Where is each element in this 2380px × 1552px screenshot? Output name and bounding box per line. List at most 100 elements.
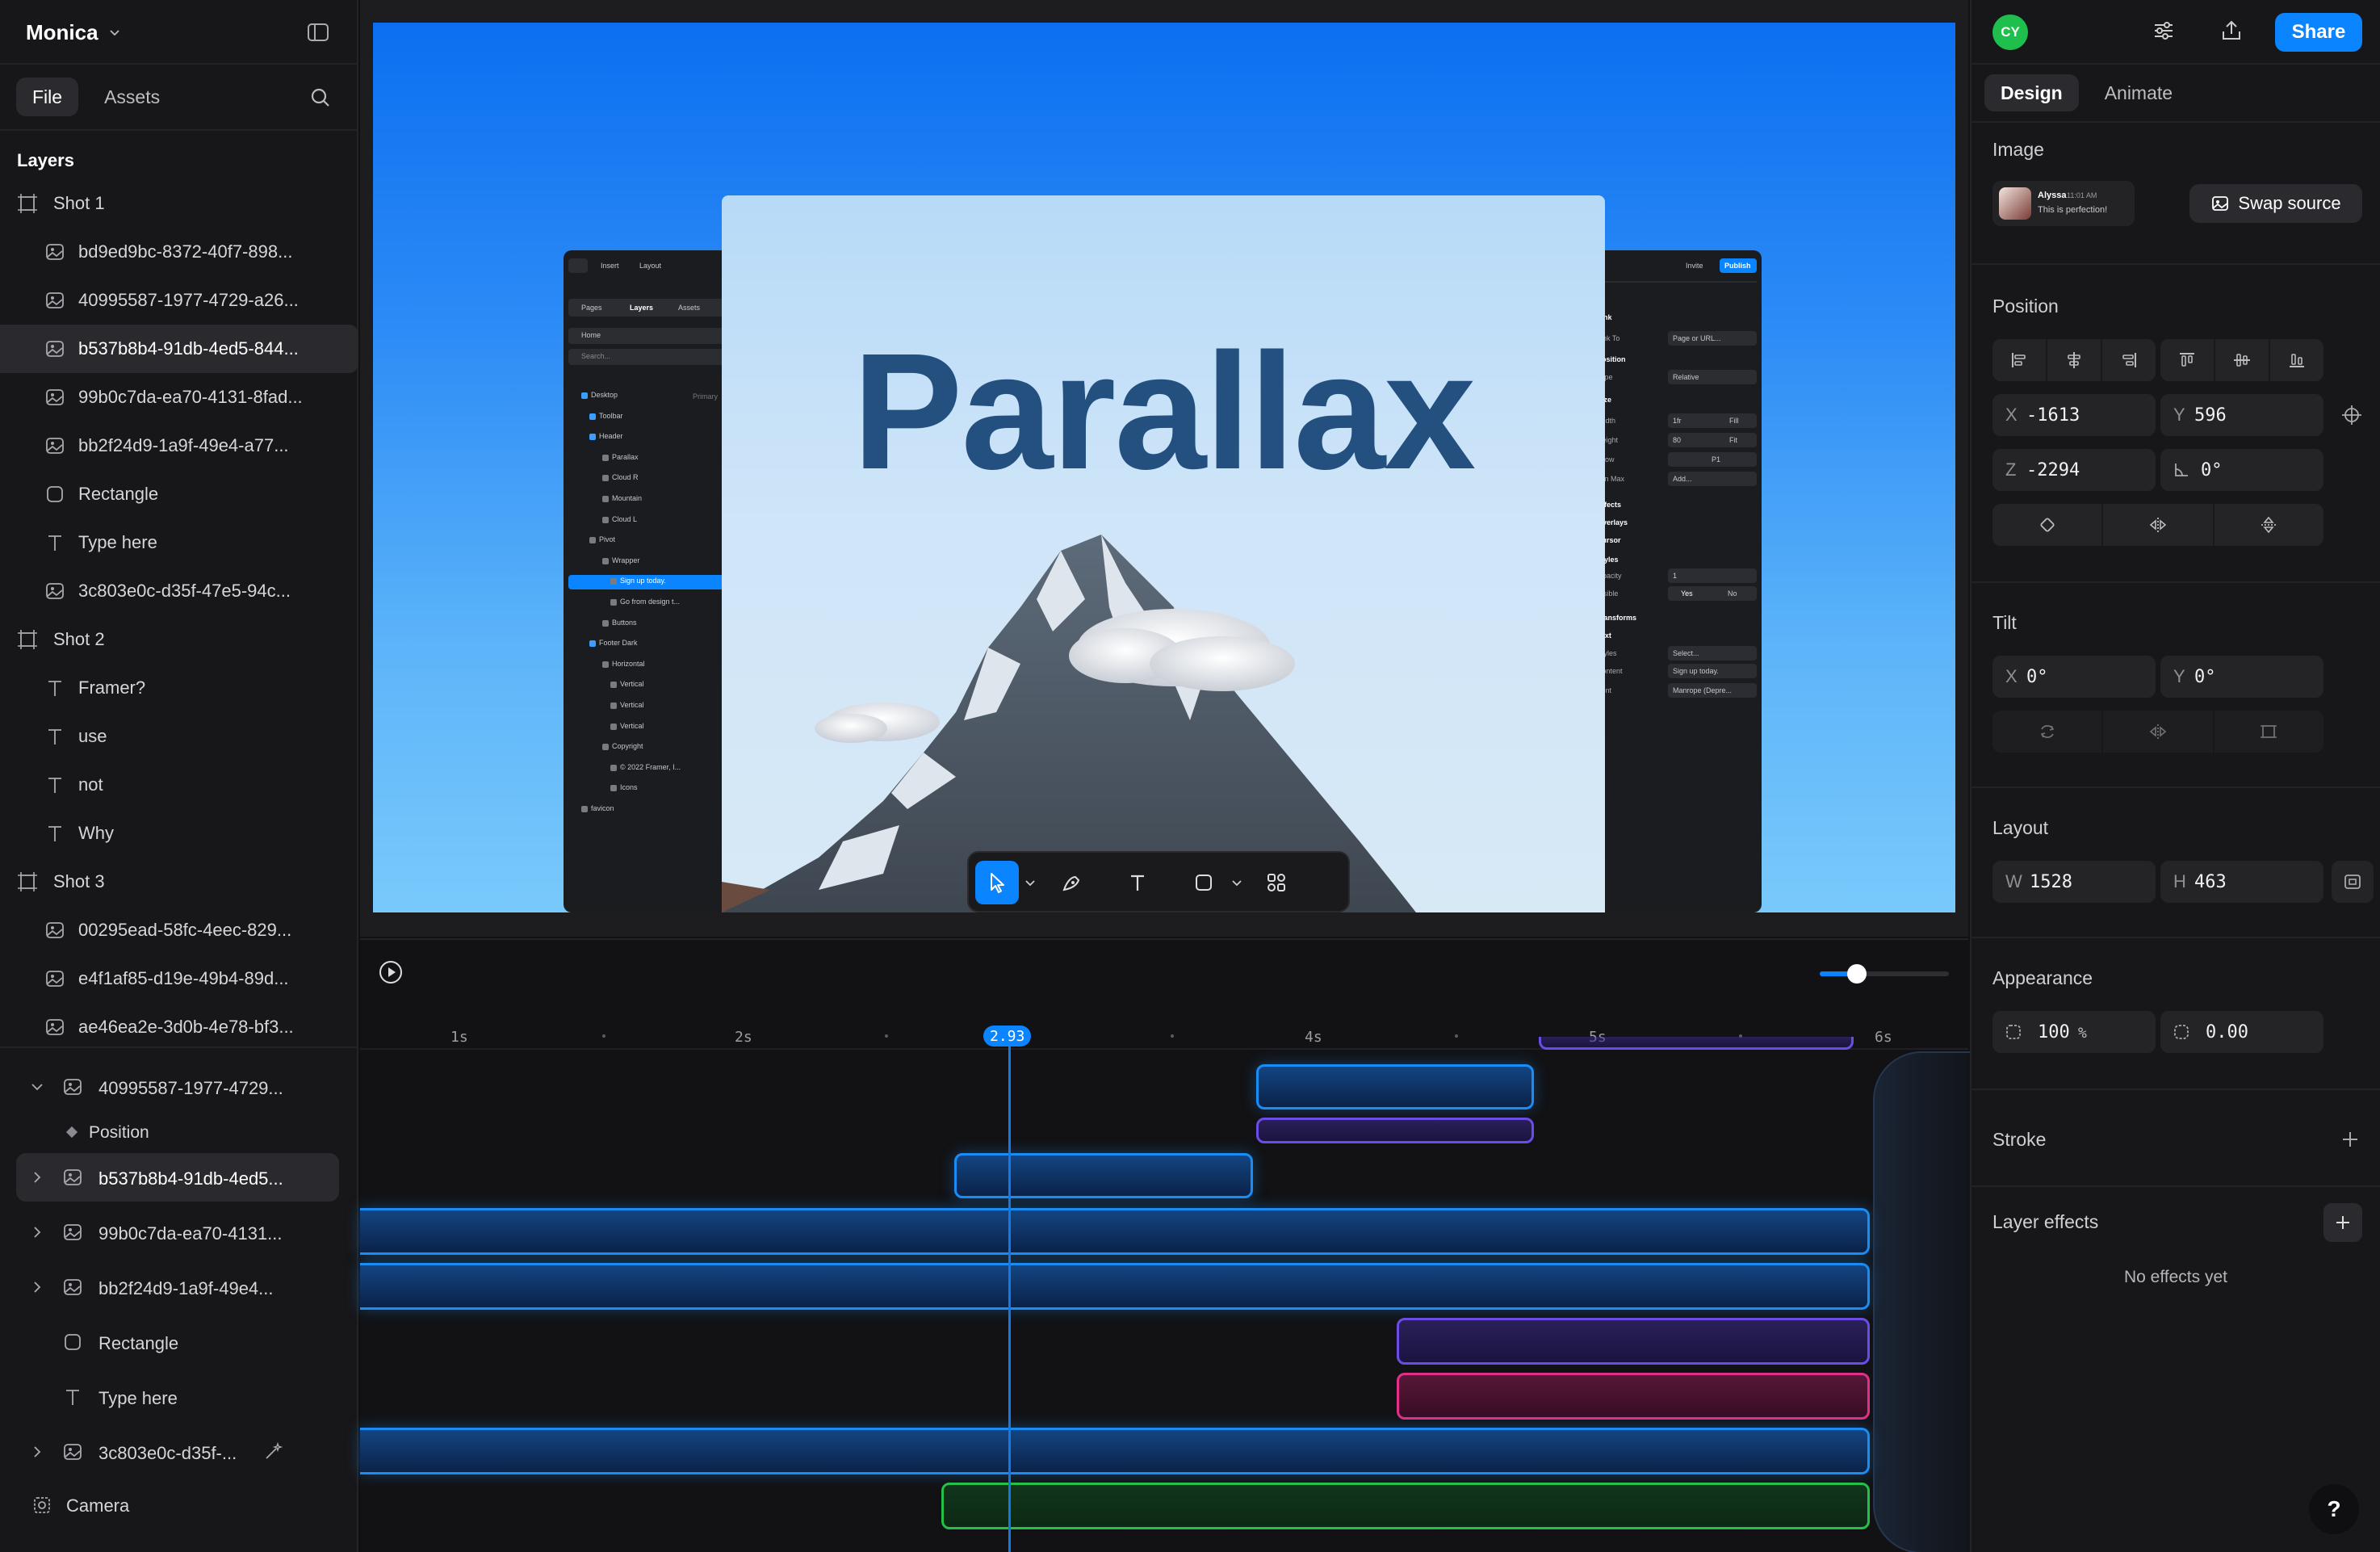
align-left-button[interactable] (1992, 339, 2047, 381)
pen-tool-button[interactable] (1050, 861, 1093, 904)
chevron-right-icon[interactable] (29, 1444, 45, 1460)
field-label: X (2005, 666, 2018, 686)
tab-file[interactable]: File (16, 78, 79, 116)
position-y-field[interactable]: Y 596 (2160, 394, 2323, 436)
text-tool-button[interactable] (1116, 861, 1159, 904)
playhead-time[interactable]: 2.93 (983, 1026, 1032, 1047)
project-menu[interactable]: Monica (26, 16, 121, 48)
swap-source-button[interactable]: Swap source (2189, 184, 2362, 223)
upload-icon[interactable] (2219, 18, 2244, 44)
layer-item[interactable]: not (0, 761, 358, 809)
add-stroke-icon[interactable] (2338, 1127, 2362, 1151)
timeline-clip[interactable] (360, 1428, 1870, 1474)
shape-tool-dropdown[interactable] (1226, 861, 1248, 904)
timeline-layer-row[interactable]: 3c803e0c-d35f-... (0, 1424, 358, 1479)
align-top-button[interactable] (2160, 339, 2215, 381)
share-button[interactable]: Share (2275, 13, 2362, 52)
layer-item[interactable]: Framer? (0, 664, 358, 712)
chevron-right-icon[interactable] (29, 1169, 45, 1185)
layer-item[interactable]: Shot 3 (0, 858, 358, 906)
sidebar-toggle-icon[interactable] (305, 19, 331, 45)
opacity-field[interactable]: 100 % (1992, 1011, 2156, 1053)
search-icon[interactable] (308, 86, 333, 110)
flip-horizontal-button[interactable] (2103, 504, 2214, 546)
timeline-zoom-slider[interactable] (1820, 964, 1949, 984)
timeline-clip[interactable] (1539, 1037, 1854, 1050)
height-field[interactable]: H 463 (2160, 861, 2323, 903)
mock-layer: Footer Dark (599, 639, 638, 648)
layer-item[interactable]: bd9ed9bc-8372-40f7-898... (0, 228, 358, 276)
select-tool-button[interactable] (975, 861, 1019, 904)
timeline-layer-row[interactable]: 40995587-1977-4729... (0, 1059, 358, 1114)
timeline-clip[interactable] (954, 1153, 1253, 1198)
timeline-layer-row[interactable]: Type here (0, 1370, 358, 1424)
width-field[interactable]: W 1528 (1992, 861, 2156, 903)
magic-wand-icon[interactable] (262, 1441, 284, 1463)
layer-name: Type here (78, 532, 157, 552)
tab-assets[interactable]: Assets (88, 78, 176, 116)
layer-item[interactable]: 3c803e0c-d35f-47e5-94c... (0, 567, 358, 615)
tilt-y-field[interactable]: Y 0° (2160, 656, 2323, 698)
play-icon[interactable] (378, 959, 404, 985)
avatar[interactable]: CY (1992, 15, 2028, 50)
rotation-field[interactable]: 0° (2160, 449, 2323, 491)
timeline-layer-row[interactable]: bb2f24d9-1a9f-49e4... (0, 1260, 358, 1315)
timeline-layer-row[interactable]: b537b8b4-91db-4ed5... (0, 1150, 358, 1205)
crosshair-icon[interactable] (2340, 403, 2364, 427)
tilt-flip-button[interactable] (2103, 711, 2214, 753)
layer-item[interactable]: 99b0c7da-ea70-4131-8fad... (0, 373, 358, 422)
add-effect-button[interactable] (2323, 1203, 2362, 1242)
help-button[interactable]: ? (2309, 1484, 2359, 1534)
layer-item[interactable]: 00295ead-58fc-4eec-829... (0, 906, 358, 954)
layer-name: Rectangle (78, 484, 159, 504)
chevron-down-icon[interactable] (29, 1079, 45, 1095)
slider-knob[interactable] (1847, 964, 1867, 984)
image-source-thumbnail[interactable]: Alyssa 11:01 AM This is perfection! (1992, 181, 2135, 226)
camera-layer[interactable]: Camera (0, 1487, 358, 1523)
layer-item[interactable]: e4f1af85-d19e-49b4-89d... (0, 954, 358, 1003)
layer-item[interactable]: b537b8b4-91db-4ed5-844... (0, 325, 358, 373)
align-center-button[interactable] (2047, 339, 2102, 381)
timeline-clip[interactable] (1397, 1318, 1870, 1365)
timeline-clip[interactable] (360, 1208, 1870, 1255)
position-x-field[interactable]: X -1613 (1992, 394, 2156, 436)
tilt-x-field[interactable]: X 0° (1992, 656, 2156, 698)
property-row[interactable]: Position (0, 1114, 358, 1150)
timeline-layer-row[interactable]: Rectangle (0, 1315, 358, 1370)
tilt-frame-button[interactable] (2214, 711, 2323, 753)
layer-item[interactable]: ae46ea2e-3d0b-4e78-bf3... (0, 1003, 358, 1051)
tab-design[interactable]: Design (1984, 74, 2079, 111)
rectangle-tool-button[interactable] (1182, 861, 1226, 904)
layer-item[interactable]: Rectangle (0, 470, 358, 518)
timeline-clip[interactable] (941, 1483, 1870, 1529)
sliders-icon[interactable] (2151, 18, 2177, 44)
flip-vertical-button[interactable] (2214, 504, 2323, 546)
select-tool-dropdown[interactable] (1019, 861, 1041, 904)
preview-frame[interactable]: Insert Layout Pages Layers Assets Home Search.… (373, 23, 1955, 912)
layer-item[interactable]: use (0, 712, 358, 761)
chevron-right-icon[interactable] (29, 1224, 45, 1240)
tab-animate[interactable]: Animate (2089, 74, 2189, 111)
timeline-layer-row[interactable]: 99b0c7da-ea70-4131... (0, 1205, 358, 1260)
timeline-clip[interactable] (1256, 1064, 1534, 1109)
align-middle-button[interactable] (2215, 339, 2270, 381)
position-z-field[interactable]: Z -2294 (1992, 449, 2156, 491)
rotate-button[interactable] (1992, 504, 2104, 546)
layer-item[interactable]: Shot 1 (0, 179, 358, 228)
chevron-right-icon[interactable] (29, 1279, 45, 1295)
layer-item[interactable]: Shot 2 (0, 615, 358, 664)
timeline-clip[interactable] (1397, 1373, 1870, 1420)
components-tool-button[interactable] (1255, 861, 1298, 904)
playhead-line[interactable] (1008, 1047, 1011, 1552)
align-right-button[interactable] (2102, 339, 2156, 381)
layout-fit-button[interactable] (2332, 861, 2374, 903)
layer-item[interactable]: 40995587-1977-4729-a26... (0, 276, 358, 325)
timeline-clip[interactable] (360, 1263, 1870, 1310)
tilt-reset-button[interactable] (1992, 711, 2104, 753)
radius-field[interactable]: 0.00 (2160, 1011, 2323, 1053)
timeline-clip[interactable] (1256, 1118, 1534, 1143)
align-bottom-button[interactable] (2270, 339, 2323, 381)
layer-item[interactable]: Type here (0, 518, 358, 567)
layer-item[interactable]: Why (0, 809, 358, 858)
layer-item[interactable]: bb2f24d9-1a9f-49e4-a77... (0, 422, 358, 470)
